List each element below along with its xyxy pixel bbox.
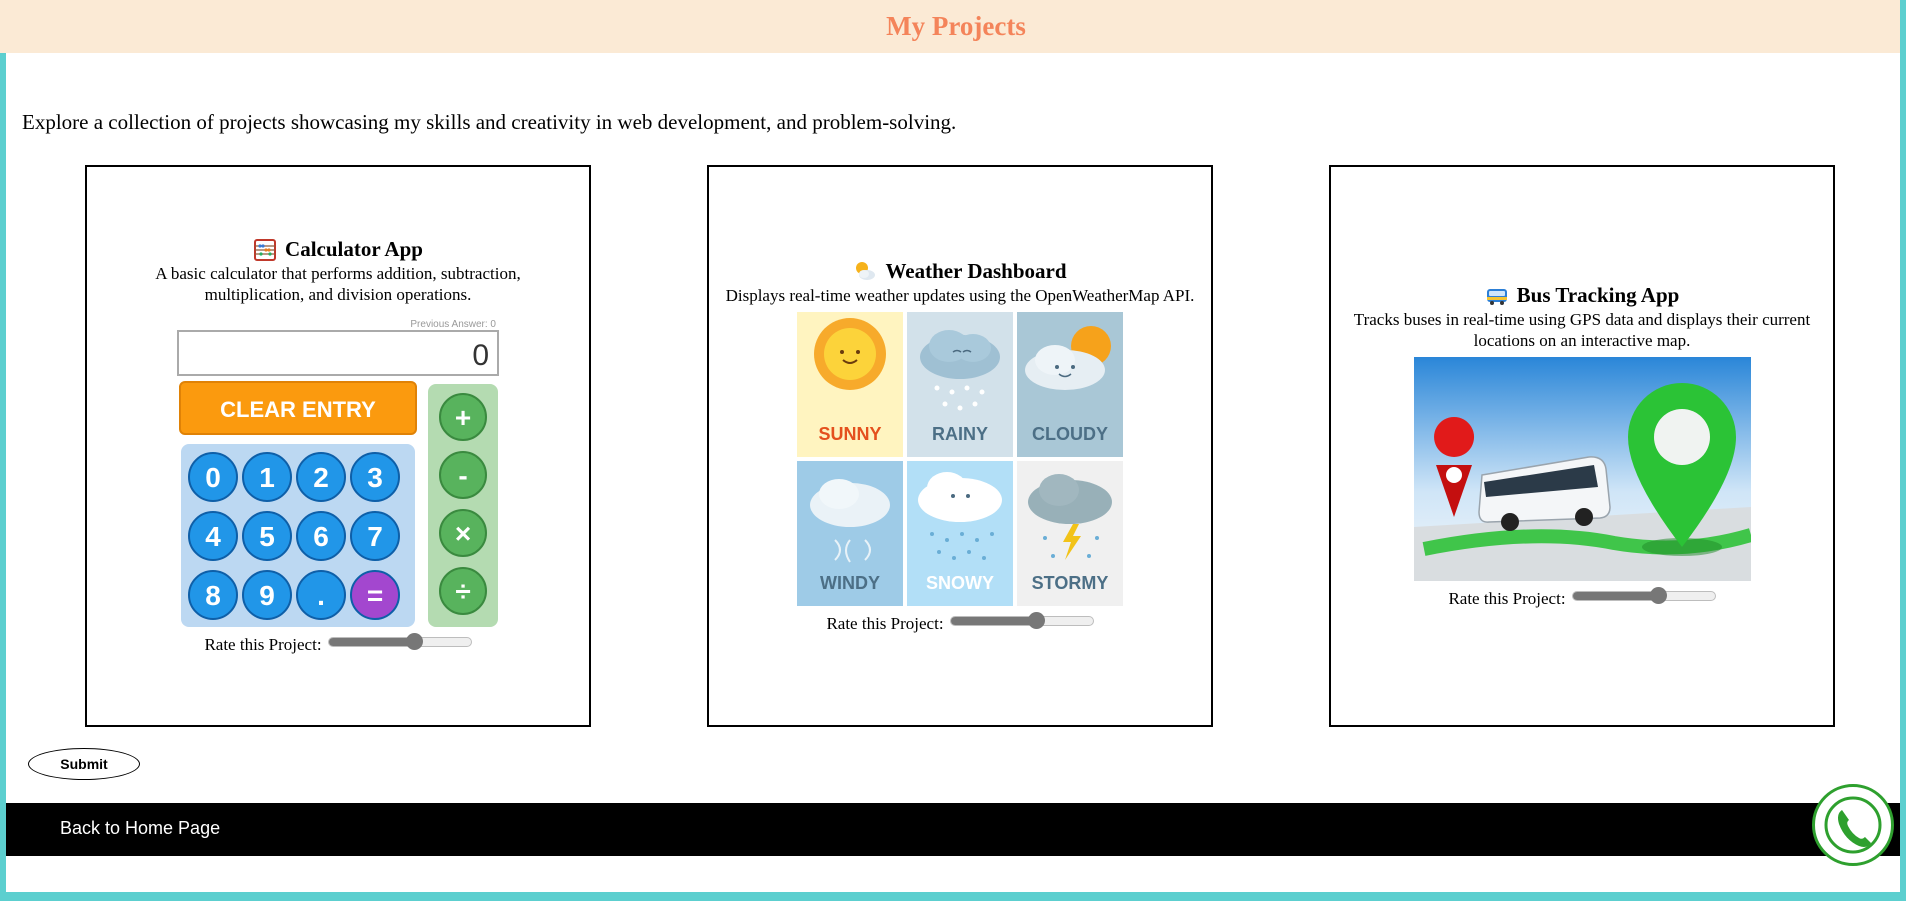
weather-tile-label: SNOWY	[926, 573, 994, 593]
project-description: A basic calculator that performs additio…	[155, 264, 521, 304]
project-card-weather: Weather Dashboard Displays real-time wea…	[707, 165, 1213, 727]
weather-tile-label: WINDY	[820, 573, 880, 593]
project-title-text: Calculator App	[285, 237, 423, 261]
bus-icon	[1486, 288, 1507, 305]
project-description: Displays real-time weather updates using…	[725, 285, 1195, 305]
calc-key-label: 2	[313, 462, 329, 493]
rating-row: Rate this Project:	[204, 633, 472, 655]
clear-entry-label: CLEAR ENTRY	[220, 397, 376, 422]
project-description: Tracks buses in real-time using GPS data…	[1353, 310, 1811, 350]
calc-key-label: =	[367, 580, 383, 611]
sun-icon	[814, 317, 886, 390]
submit-button[interactable]: Submit	[28, 748, 140, 780]
bottom-frame	[0, 892, 1906, 901]
calc-operator-label: ÷	[455, 576, 470, 607]
calc-display-value: 0	[472, 339, 489, 372]
rating-slider-fill	[328, 638, 414, 646]
rating-label: Rate this Project:	[204, 635, 322, 654]
calc-key-label: 7	[367, 521, 383, 552]
calc-key-label: 1	[259, 462, 275, 493]
rating-label: Rate this Project:	[826, 613, 944, 633]
project-card-bus-tracking: Bus Tracking App Tracks buses in real-ti…	[1329, 165, 1835, 727]
project-title: Calculator App	[253, 237, 423, 262]
project-title-text: Weather Dashboard	[885, 258, 1067, 283]
sun-behind-cloud-icon	[856, 262, 876, 280]
calc-operator-label: +	[455, 402, 471, 433]
intro-text: Explore a collection of projects showcas…	[22, 110, 957, 134]
weather-tile-label: RAINY	[932, 424, 988, 444]
page-title: My Projects	[886, 11, 1026, 41]
weather-tile-label: CLOUDY	[1032, 424, 1108, 444]
bus-tracking-preview-image	[1413, 357, 1751, 581]
rating-row: Rate this Project:	[826, 611, 1094, 634]
back-to-home-link[interactable]: Back to Home Page	[60, 818, 220, 839]
calc-key-label: 8	[205, 580, 221, 611]
previous-answer-text: Previous Answer: 0	[410, 319, 496, 330]
footer-bar: Back to Home Page	[6, 803, 1900, 856]
calc-operator-label: ×	[455, 518, 471, 549]
calc-operator-label: -	[458, 460, 467, 491]
rating-slider[interactable]	[949, 611, 1094, 629]
calc-key-label: 9	[259, 580, 275, 611]
phone-icon	[1824, 796, 1882, 854]
project-card-calculator: Calculator App A basic calculator that p…	[85, 165, 591, 727]
project-title: Weather Dashboard	[853, 258, 1067, 284]
weather-preview-image: SUNNY RAINY CLOUDY WINDY SNOWY STORMY	[797, 311, 1123, 606]
calc-key-label: 4	[205, 521, 221, 552]
calc-key-label: 5	[259, 521, 275, 552]
rating-slider-fill	[950, 616, 1036, 625]
weather-tile-label: STORMY	[1032, 573, 1109, 593]
rating-row: Rate this Project:	[1448, 587, 1716, 609]
page-header: My Projects	[0, 0, 1900, 53]
project-title: Bus Tracking App	[1485, 283, 1680, 308]
rating-label: Rate this Project:	[1448, 589, 1566, 608]
calculator-preview-image: Previous Answer: 0 0 CLEAR ENTRY 0 1 2 3 4 5 6…	[177, 319, 499, 627]
calc-key-label: .	[317, 580, 325, 611]
rating-slider-thumb[interactable]	[1649, 587, 1667, 604]
calc-key-label: 0	[205, 462, 221, 493]
weather-tile-label: SUNNY	[818, 424, 881, 444]
rating-slider-fill	[1572, 592, 1658, 600]
calc-key-label: 3	[367, 462, 383, 493]
phone-call-button[interactable]	[1812, 784, 1894, 866]
rating-slider-thumb[interactable]	[405, 633, 423, 650]
calc-key-label: 6	[313, 521, 329, 552]
rating-slider[interactable]	[1571, 587, 1716, 604]
project-title-text: Bus Tracking App	[1516, 283, 1680, 307]
abacus-icon	[254, 238, 277, 261]
rating-slider[interactable]	[327, 633, 472, 650]
rating-slider-thumb[interactable]	[1027, 611, 1045, 629]
